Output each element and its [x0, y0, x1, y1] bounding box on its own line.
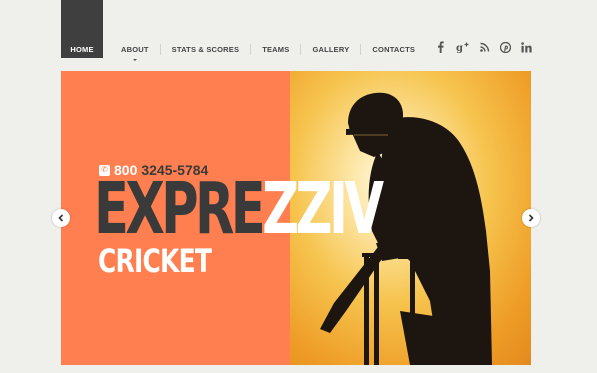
facebook-icon[interactable] — [435, 40, 446, 54]
hero-slider: ✆ 800 3245-5784 EXPREZZIV CRICKET — [61, 71, 531, 365]
slider-next-button[interactable] — [522, 209, 540, 227]
pinterest-icon[interactable] — [500, 40, 511, 54]
nav-item-home[interactable]: HOME — [61, 40, 103, 58]
google-plus-icon[interactable]: g — [456, 40, 469, 54]
slide-subhead: CRICKET — [98, 242, 212, 280]
nav-divider — [250, 43, 252, 55]
nav-item-label: CONTACTS — [372, 44, 416, 54]
nav-item-label: GALLERY — [312, 44, 350, 54]
nav-item-label: STATS & SCORES — [171, 44, 240, 54]
slide-headline: EXPREZZIV — [94, 173, 384, 244]
nav-item-teams[interactable]: TEAMS — [262, 40, 289, 58]
nav-divider — [159, 43, 161, 55]
chevron-left-icon — [58, 214, 64, 222]
main-nav: HOME ABOUT STATS & SCORES TEAMS GALLERY … — [61, 40, 415, 61]
nav-divider — [360, 43, 362, 55]
linkedin-icon[interactable] — [521, 40, 532, 54]
nav-divider — [300, 43, 302, 55]
nav-item-label: HOME — [70, 44, 94, 54]
nav-item-label: TEAMS — [262, 44, 290, 54]
nav-item-label: ABOUT — [121, 44, 149, 54]
headline-dark-part: EXPRE — [94, 167, 266, 250]
nav-item-about[interactable]: ABOUT — [121, 40, 149, 61]
chevron-right-icon — [528, 214, 534, 222]
nav-item-contacts[interactable]: CONTACTS — [372, 40, 415, 58]
nav-item-gallery[interactable]: GALLERY — [312, 40, 349, 58]
nav-item-stats-scores[interactable]: STATS & SCORES — [172, 40, 240, 58]
rss-icon[interactable] — [479, 40, 490, 54]
slider-prev-button[interactable] — [52, 209, 70, 227]
social-links: g — [435, 40, 532, 54]
svg-text:g: g — [456, 43, 463, 53]
headline-light-part: ZZIV — [262, 167, 384, 250]
chevron-down-icon — [132, 59, 137, 61]
